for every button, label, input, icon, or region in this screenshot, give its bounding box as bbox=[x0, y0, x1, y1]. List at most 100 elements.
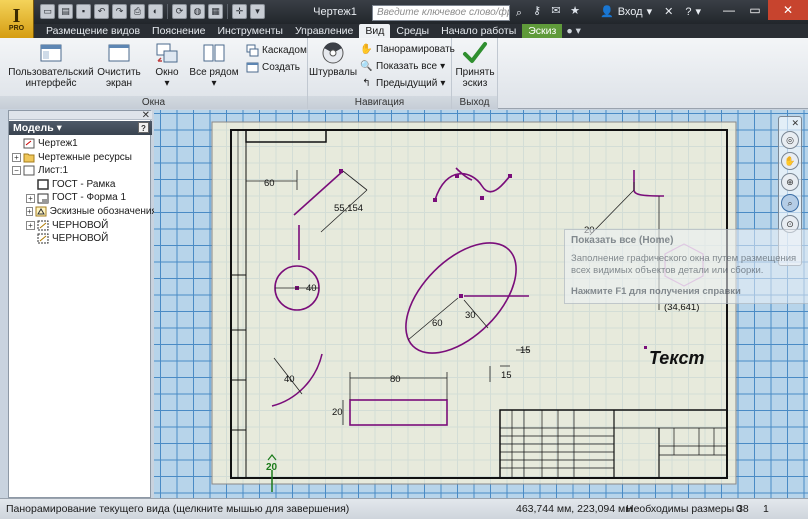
tab-tools[interactable]: Инструменты bbox=[212, 24, 289, 38]
cascade-label: Каскадом bbox=[262, 45, 307, 56]
zoom-all-button[interactable]: 🔍 Показать все ▾ bbox=[360, 59, 445, 74]
tab-view[interactable]: Вид bbox=[359, 24, 391, 38]
customize-dropdown-icon[interactable]: ▾ bbox=[250, 4, 265, 19]
tree-item-draft-1[interactable]: + ЧЕРНОВОЙ bbox=[9, 219, 152, 233]
full-navigation-wheel-icon[interactable]: ◎ bbox=[781, 131, 799, 149]
close-icon[interactable]: ✕ bbox=[142, 110, 150, 121]
new-icon[interactable]: ▭ bbox=[40, 4, 55, 19]
expand-icon[interactable]: + bbox=[12, 152, 21, 162]
tree-item-drawing[interactable]: Чертеж1 bbox=[9, 137, 152, 151]
tab-get-started[interactable]: Начало работы bbox=[435, 24, 522, 38]
tree-item-title-block[interactable]: + ГОСТ - Форма 1 bbox=[9, 191, 152, 205]
group-navigation: Штурвалы ✋ Панорамировать 🔍 Показать все… bbox=[308, 38, 455, 109]
pan-label: Панорамировать bbox=[376, 44, 455, 55]
appearance-icon[interactable]: ▦ bbox=[208, 4, 223, 19]
dim-60-ellipse: 60 bbox=[432, 318, 443, 329]
maximize-icon[interactable]: ▭ bbox=[742, 0, 768, 20]
arrange-all-button[interactable]: Все рядом ▾ bbox=[188, 41, 240, 89]
finish-sketch-button[interactable]: Принять эскиз bbox=[454, 41, 496, 89]
zoom-icon[interactable]: ⊕ bbox=[781, 173, 799, 191]
material-icon[interactable]: ◍ bbox=[190, 4, 205, 19]
tree-item-border[interactable]: ГОСТ - Рамка bbox=[9, 178, 152, 192]
browser-header[interactable]: Модель ▾ ? bbox=[9, 121, 152, 135]
exchange-icon[interactable]: ✕ bbox=[664, 0, 673, 24]
tree-label: ГОСТ - Рамка bbox=[52, 178, 116, 190]
browser-help-icon[interactable]: ? bbox=[138, 122, 149, 133]
subscription-icon[interactable]: ✉ bbox=[549, 4, 563, 17]
undo-icon[interactable]: ↶ bbox=[94, 4, 109, 19]
tree-label: ЧЕРНОВОЙ bbox=[52, 219, 109, 231]
zoom-all-icon[interactable]: ⌕ bbox=[781, 194, 799, 212]
dim-30: 30 bbox=[465, 310, 476, 321]
ribbon-options-icon[interactable]: ● ▾ bbox=[562, 24, 585, 38]
print-icon[interactable]: ⎙ bbox=[130, 4, 145, 19]
folder-icon bbox=[23, 152, 35, 163]
tree-item-drawing-resources[interactable]: + Чертежные ресурсы bbox=[9, 151, 152, 165]
graphics-window[interactable]: 60 55,154 40 60 30 80 40 20 15 15 20 (34… bbox=[154, 110, 808, 498]
tab-place-views[interactable]: Размещение видов bbox=[40, 24, 146, 38]
measure-icon[interactable]: ✛ bbox=[232, 4, 247, 19]
minimize-icon[interactable]: — bbox=[716, 0, 742, 20]
drawing-icon bbox=[23, 138, 35, 149]
sheet-icon bbox=[23, 165, 35, 176]
close-icon[interactable]: ✕ bbox=[791, 118, 799, 129]
tooltip-body: Заполнение графического окна путем разме… bbox=[571, 253, 797, 276]
new-window-button[interactable]: Создать bbox=[246, 60, 300, 75]
user-interface-button[interactable]: Пользовательский интерфейс bbox=[8, 41, 94, 89]
browser-title: Модель bbox=[13, 122, 54, 134]
zoom-all-tooltip: Показать все (Home) Заполнение графическ… bbox=[564, 229, 808, 304]
chevron-down-icon: ▾ bbox=[440, 61, 446, 72]
sketch-icon bbox=[37, 233, 49, 244]
search-binoculars-icon[interactable]: ⌕ bbox=[512, 5, 526, 21]
tree-item-sheet[interactable]: − Лист:1 bbox=[9, 164, 152, 178]
tab-environments[interactable]: Среды bbox=[390, 24, 435, 38]
pan-hand-icon[interactable]: ✋ bbox=[781, 152, 799, 170]
status-bar: Панорамирование текущего вида (щелкните … bbox=[0, 498, 808, 519]
save-icon[interactable]: ▪ bbox=[76, 4, 91, 19]
application-menu-button[interactable]: I PRO bbox=[0, 0, 34, 38]
sign-in-button[interactable]: 👤 Вход ▾ ✕ ? ▾ bbox=[600, 0, 701, 24]
close-icon[interactable]: ✕ bbox=[768, 0, 808, 20]
update-icon[interactable]: ⟳ bbox=[172, 4, 187, 19]
redo-icon[interactable]: ↷ bbox=[112, 4, 127, 19]
chevron-down-icon: ▾ bbox=[164, 78, 170, 89]
chevron-down-icon: ▾ bbox=[440, 78, 446, 89]
window-switch-button[interactable]: Окно ▾ bbox=[150, 41, 184, 89]
chevron-down-icon: ▾ bbox=[695, 6, 701, 18]
model-browser: ✕ Модель ▾ ? Чертеж1 + Чертежные ресурсы… bbox=[8, 110, 157, 498]
dim-55-154: 55,154 bbox=[334, 203, 363, 214]
key-icon[interactable]: ⚷ bbox=[530, 4, 544, 17]
help-search-input[interactable]: Введите ключевое слово/фразу bbox=[372, 5, 510, 21]
steering-wheels-button[interactable]: Штурвалы bbox=[309, 41, 357, 78]
help-icon[interactable]: ? bbox=[685, 0, 691, 24]
previous-view-label: Предыдущий bbox=[376, 78, 438, 89]
previous-view-button[interactable]: ↰ Предыдущий ▾ bbox=[360, 76, 445, 91]
tree-item-draft-2[interactable]: ЧЕРНОВОЙ bbox=[9, 232, 152, 246]
pan-button[interactable]: ✋ Панорамировать bbox=[360, 42, 455, 57]
new-window-label: Создать bbox=[262, 62, 301, 73]
tab-manage[interactable]: Управление bbox=[289, 24, 359, 38]
clear-screen-icon bbox=[106, 41, 132, 65]
collapse-icon[interactable]: − bbox=[12, 166, 21, 176]
clear-screen-button[interactable]: Очистить экран bbox=[94, 41, 144, 89]
favorites-star-icon[interactable]: ★ bbox=[568, 4, 582, 17]
cascade-icon bbox=[246, 44, 259, 57]
finish-sketch-label-1: Принять bbox=[455, 67, 495, 78]
browser-grip[interactable]: ✕ bbox=[9, 110, 152, 121]
tree-item-sketched-symbols[interactable]: + Эскизные обозначения bbox=[9, 205, 157, 219]
user-interface-label-1: Пользовательский bbox=[8, 67, 94, 78]
tab-sketch[interactable]: Эскиз bbox=[522, 24, 563, 38]
expand-icon[interactable]: + bbox=[26, 220, 35, 230]
expand-icon[interactable]: + bbox=[26, 207, 33, 217]
app-logo-glyph: I bbox=[12, 4, 21, 27]
tab-annotate[interactable]: Пояснение bbox=[146, 24, 211, 38]
status-message: Панорамирование текущего вида (щелкните … bbox=[6, 503, 350, 515]
cascade-button[interactable]: Каскадом bbox=[246, 43, 307, 58]
previous-view-icon: ↰ bbox=[362, 78, 371, 89]
chevron-down-icon: ▾ bbox=[56, 122, 62, 134]
arrange-all-icon bbox=[201, 41, 227, 65]
expand-icon[interactable]: + bbox=[26, 193, 35, 203]
group-label-windows: Окна bbox=[0, 96, 307, 109]
select-icon[interactable]: ◐ bbox=[148, 4, 163, 19]
open-icon[interactable]: ▤ bbox=[58, 4, 73, 19]
